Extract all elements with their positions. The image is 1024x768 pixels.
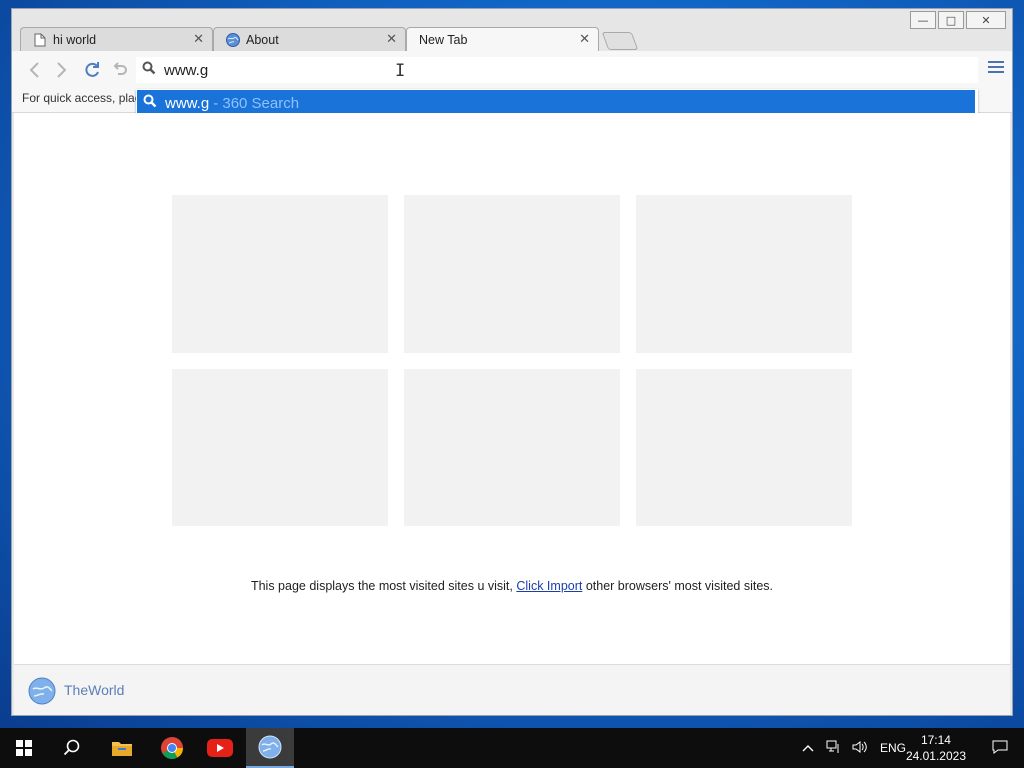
tab-hi-world[interactable]: hi world ✕ <box>20 27 213 51</box>
address-bar[interactable]: www.g I <box>136 57 978 83</box>
text-cursor-icon: I <box>395 61 406 81</box>
youtube-icon[interactable] <box>196 728 244 768</box>
language-indicator[interactable]: ENG <box>880 741 906 755</box>
taskbar: ENG 17:14 24.01.2023 <box>0 728 1024 768</box>
clock[interactable]: 17:14 24.01.2023 <box>906 732 966 764</box>
chrome-icon[interactable] <box>148 728 196 768</box>
address-input[interactable]: www.g <box>164 62 208 79</box>
most-visited-tile[interactable] <box>404 369 620 526</box>
title-bar: — □ ✕ hi world ✕ About ✕ New Tab ✕ <box>12 9 1012 52</box>
most-visited-info: This page displays the most visited site… <box>14 579 1010 593</box>
info-prefix: This page displays the most visited site… <box>250 579 513 593</box>
forward-arrow-icon <box>57 62 67 78</box>
page-icon <box>33 33 47 47</box>
brand-name: TheWorld <box>64 682 125 698</box>
close-tab-icon[interactable]: ✕ <box>386 32 397 47</box>
menu-button[interactable] <box>988 61 1004 75</box>
navigation-toolbar: www.g I <box>12 51 1012 87</box>
undo-close-button[interactable] <box>110 60 130 80</box>
close-tab-icon[interactable]: ✕ <box>193 32 204 47</box>
most-visited-tile[interactable] <box>172 369 388 526</box>
window-controls: — □ ✕ <box>910 11 1006 29</box>
chevron-up-icon[interactable] <box>802 741 814 755</box>
volume-icon[interactable] <box>852 740 868 757</box>
bookmark-hint-text: For quick access, plac <box>22 91 141 105</box>
undo-icon <box>113 62 127 75</box>
file-explorer-icon[interactable] <box>98 728 146 768</box>
clock-date: 24.01.2023 <box>905 749 966 763</box>
tab-new-tab[interactable]: New Tab ✕ <box>406 27 599 52</box>
windows-start-icon[interactable] <box>0 728 48 768</box>
network-icon[interactable] <box>826 740 842 757</box>
reload-button[interactable] <box>82 60 102 80</box>
most-visited-tile[interactable] <box>636 195 852 353</box>
info-suffix: other browsers' most visited sites. <box>585 579 774 593</box>
close-tab-icon[interactable]: ✕ <box>579 32 590 47</box>
clock-time: 17:14 <box>920 733 951 747</box>
theworld-browser-icon[interactable] <box>246 728 294 768</box>
reload-icon <box>85 62 99 77</box>
tab-label: hi world <box>53 32 97 47</box>
tab-label: New Tab <box>419 33 468 47</box>
tab-about[interactable]: About ✕ <box>213 27 406 51</box>
new-tab-page: This page displays the most visited site… <box>14 113 1010 666</box>
forward-button[interactable] <box>52 60 72 80</box>
search-icon <box>143 94 159 112</box>
tab-strip: hi world ✕ About ✕ New Tab ✕ <box>20 27 639 52</box>
notification-icon[interactable] <box>992 740 1008 754</box>
browser-window: — □ ✕ hi world ✕ About ✕ New Tab ✕ www.g… <box>11 8 1013 716</box>
search-icon <box>142 61 158 80</box>
click-import-link[interactable]: Click Import <box>516 579 582 593</box>
globe-icon <box>226 32 240 47</box>
theworld-logo-icon <box>28 677 56 705</box>
system-tray: ENG <box>802 728 906 768</box>
most-visited-tile[interactable] <box>404 195 620 353</box>
suggestion-engine: - 360 Search <box>213 94 300 112</box>
maximize-button[interactable]: □ <box>938 11 964 29</box>
most-visited-tile[interactable] <box>172 195 388 353</box>
browser-footer: TheWorld <box>14 664 1010 715</box>
close-window-button[interactable]: ✕ <box>966 11 1006 29</box>
most-visited-tile[interactable] <box>636 369 852 526</box>
minimize-button[interactable]: — <box>910 11 936 29</box>
suggestion-query: www.g <box>165 94 210 112</box>
tab-label: About <box>246 32 279 47</box>
back-button[interactable] <box>24 60 44 80</box>
new-tab-button[interactable] <box>601 32 639 50</box>
back-arrow-icon <box>29 62 39 78</box>
search-icon[interactable] <box>48 728 96 768</box>
